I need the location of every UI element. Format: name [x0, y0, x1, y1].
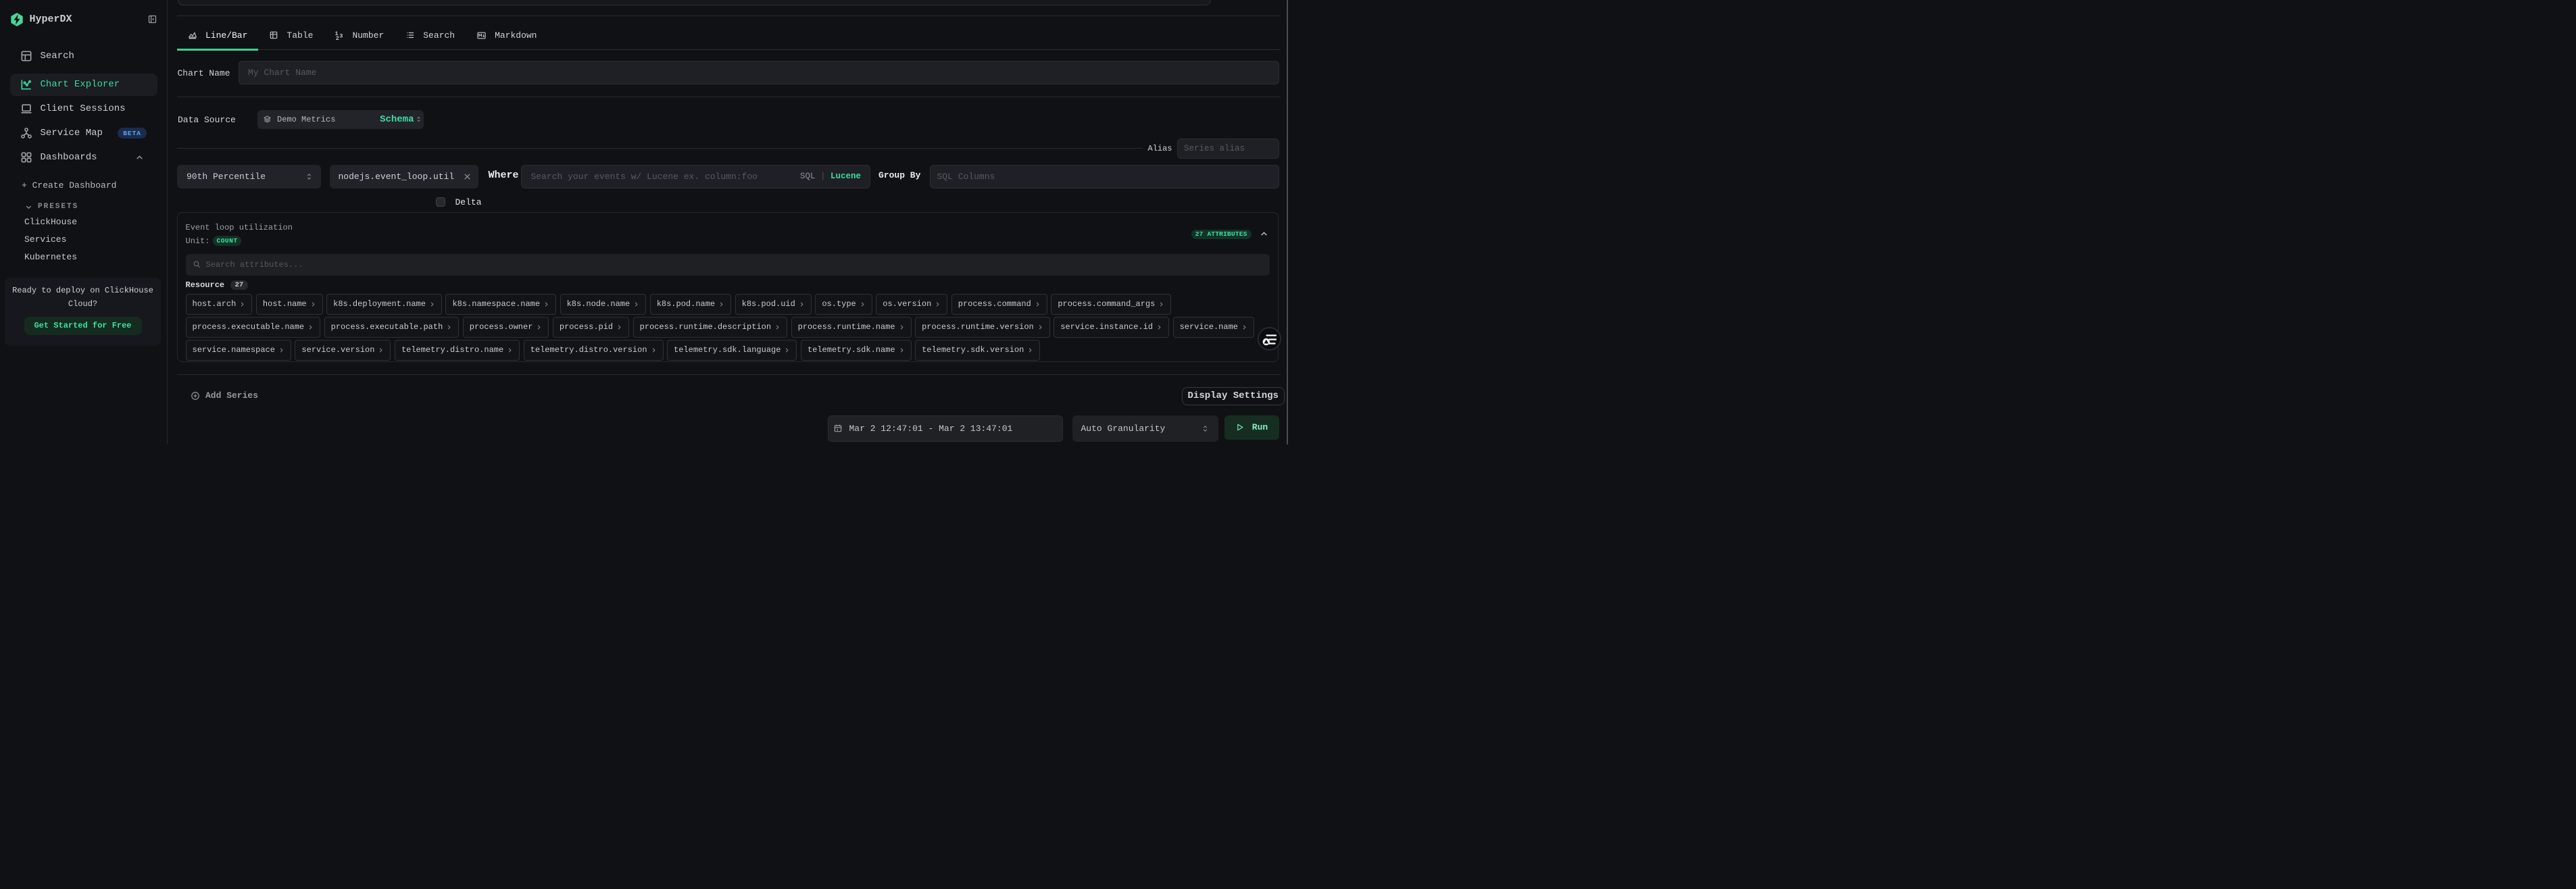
svg-text:2: 2 — [336, 35, 339, 40]
svg-text:3: 3 — [340, 33, 343, 40]
